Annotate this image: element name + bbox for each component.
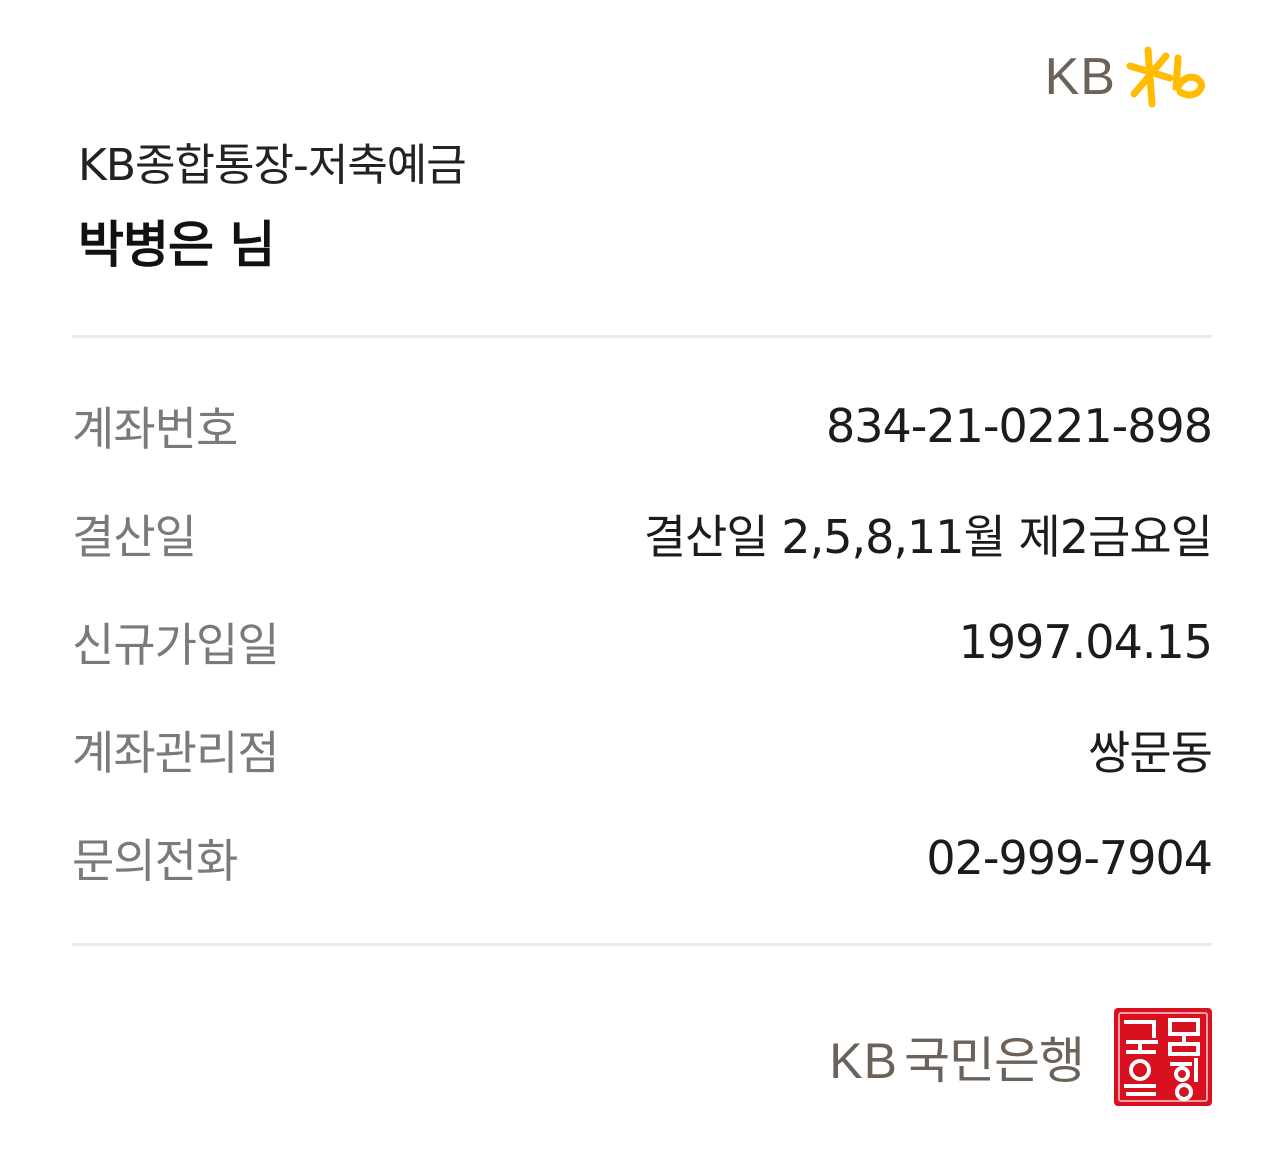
account-owner-name: 박병은 님	[78, 216, 275, 274]
kb-logo: KB	[1045, 44, 1212, 110]
bank-name-prefix: KB	[829, 1033, 898, 1089]
kb-logo-text: KB	[1044, 48, 1116, 106]
info-row-settlement-date: 결산일 결산일 2,5,8,11월 제2금요일	[72, 480, 1213, 588]
bank-name-text: 국민은행	[904, 1032, 1085, 1090]
kb-star-icon	[1126, 46, 1205, 108]
account-number-value: 834-21-0221-898	[826, 399, 1213, 453]
info-row-contact-phone: 문의전화 02-999-7904	[72, 804, 1213, 912]
branch-label: 계좌관리점	[72, 726, 280, 780]
bank-footer: KB 국민은행	[829, 1008, 1212, 1106]
bank-seal-icon	[1114, 1008, 1212, 1106]
product-name: KB종합통장-저축예금	[78, 140, 467, 191]
bank-name: KB 국민은행	[829, 1021, 1085, 1093]
contact-phone-value: 02-999-7904	[926, 831, 1213, 885]
info-row-account-number: 계좌번호 834-21-0221-898	[72, 372, 1213, 480]
divider-top	[72, 335, 1212, 338]
account-number-label: 계좌번호	[72, 402, 238, 456]
divider-bottom	[72, 943, 1212, 946]
info-row-open-date: 신규가입일 1997.04.15	[72, 588, 1213, 696]
open-date-value: 1997.04.15	[958, 615, 1213, 669]
contact-phone-label: 문의전화	[72, 834, 238, 888]
branch-value: 쌍문동	[1088, 726, 1213, 780]
info-row-branch: 계좌관리점 쌍문동	[72, 696, 1213, 804]
account-info-list: 계좌번호 834-21-0221-898 결산일 결산일 2,5,8,11월 제…	[72, 372, 1213, 912]
open-date-label: 신규가입일	[72, 618, 280, 672]
settlement-date-label: 결산일	[72, 510, 197, 564]
settlement-date-value: 결산일 2,5,8,11월 제2금요일	[643, 510, 1213, 564]
